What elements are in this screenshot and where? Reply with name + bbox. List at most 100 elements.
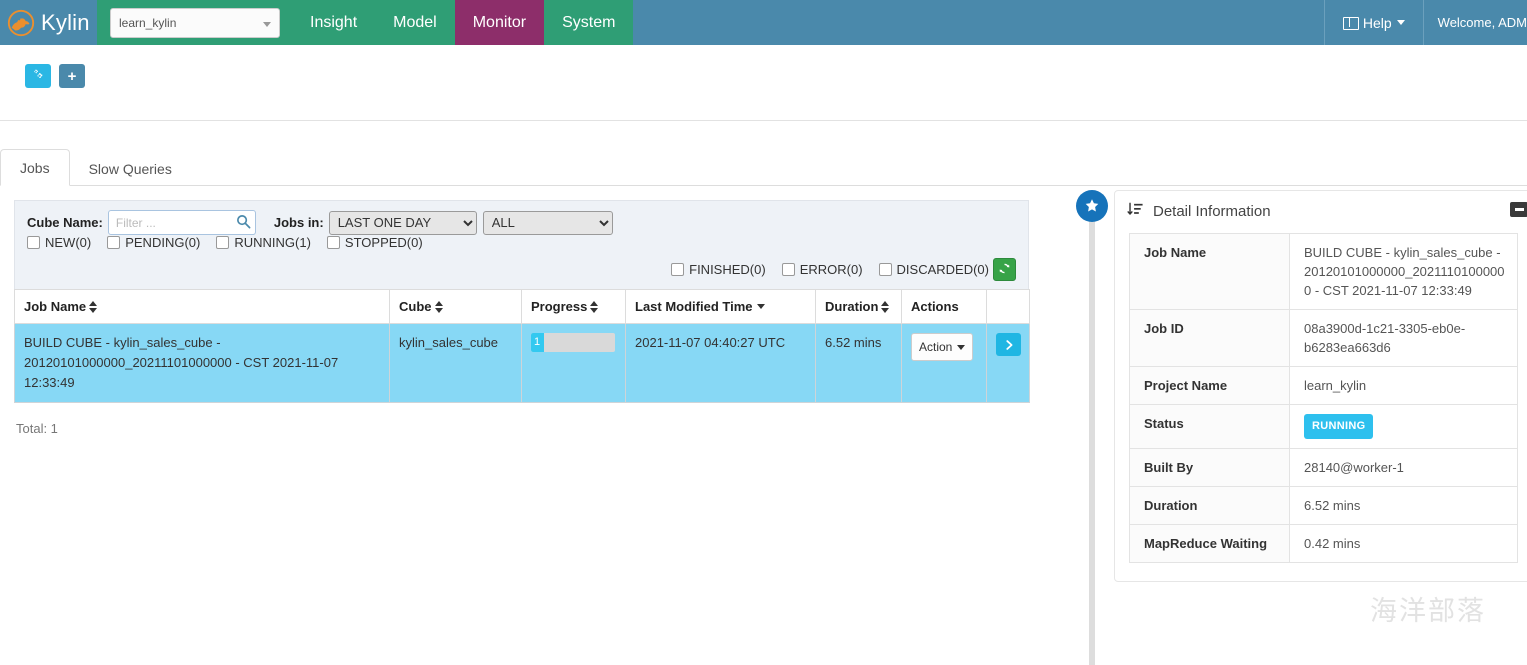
expand-detail-button[interactable]	[996, 333, 1021, 356]
checkbox-box[interactable]	[781, 263, 795, 276]
total-count: Total: 1	[16, 421, 58, 436]
detail-row-project-name: Project Name learn_kylin	[1129, 366, 1518, 405]
help-menu[interactable]: Help	[1323, 0, 1424, 45]
action-label: Action	[919, 340, 953, 354]
chevron-down-icon	[957, 344, 966, 350]
sort-icon[interactable]	[434, 301, 443, 313]
checkbox-running[interactable]: RUNNING(1)	[216, 235, 311, 250]
checkbox-box[interactable]	[107, 236, 121, 249]
tab-slow-queries[interactable]: Slow Queries	[70, 151, 191, 186]
col-header-actions: Actions	[901, 289, 987, 324]
search-icon[interactable]	[236, 214, 251, 229]
detail-key: Duration	[1129, 486, 1290, 525]
checkbox-pending[interactable]: PENDING(0)	[107, 235, 200, 250]
page-tabs: Jobs Slow Queries	[0, 149, 1527, 186]
checkbox-label: DISCARDED(0)	[896, 262, 989, 277]
action-dropdown-button[interactable]: Action	[911, 333, 974, 361]
col-header-job-name[interactable]: Job Name	[14, 289, 390, 324]
sort-icon[interactable]	[590, 301, 599, 313]
chevron-down-icon	[263, 21, 271, 27]
detail-row-built-by: Built By 28140@worker-1	[1129, 448, 1518, 487]
checkbox-box[interactable]	[878, 263, 892, 276]
timeline-star-badge[interactable]	[1076, 190, 1108, 222]
navbar-spacer	[633, 0, 1324, 45]
filter-row-secondary: FINISHED(0) ERROR(0) DISCARDED(0)	[27, 258, 1016, 281]
checkbox-new[interactable]: NEW(0)	[27, 235, 91, 250]
col-header-cube[interactable]: Cube	[389, 289, 522, 324]
table-row[interactable]: BUILD CUBE - kylin_sales_cube - 20120101…	[14, 323, 1030, 403]
main-nav: Insight Model Monitor System	[292, 0, 634, 45]
col-header-duration[interactable]: Duration	[815, 289, 902, 324]
progress-bar-fill: 1	[531, 333, 544, 352]
star-icon	[1085, 199, 1099, 212]
cell-last-modified: 2021-11-07 04:40:27 UTC	[625, 323, 816, 403]
detail-value-mapreduce-waiting: 0.42 mins	[1289, 524, 1518, 563]
detail-key: Built By	[1129, 448, 1290, 487]
nav-item-model[interactable]: Model	[375, 0, 455, 45]
cell-duration: 6.52 mins	[815, 323, 902, 403]
col-label: Cube	[399, 299, 432, 314]
detail-value-job-id: 08a3900d-1c21-3305-eb0e-b6283ea663d6	[1289, 309, 1518, 367]
col-header-last-modified[interactable]: Last Modified Time	[625, 289, 816, 324]
sort-icon[interactable]	[89, 301, 98, 313]
scope-select[interactable]: ALL	[482, 210, 613, 235]
top-navbar: Kylin learn_kylin Insight Model Monitor …	[0, 0, 1527, 45]
checkbox-box[interactable]	[326, 236, 340, 249]
project-selector-wrap: learn_kylin	[97, 0, 292, 45]
detail-key: MapReduce Waiting	[1129, 524, 1290, 563]
nav-item-insight[interactable]: Insight	[292, 0, 376, 45]
welcome-user[interactable]: Welcome, ADM	[1424, 0, 1527, 45]
checkbox-label: FINISHED(0)	[689, 262, 766, 277]
jobs-table-header-row: Job Name Cube Progress Last Modified Tim…	[14, 289, 1030, 324]
tab-jobs[interactable]: Jobs	[0, 149, 70, 186]
col-label: Job Name	[24, 299, 87, 314]
brand-logo-group[interactable]: Kylin	[0, 0, 97, 45]
collapse-panel-button[interactable]	[1510, 202, 1527, 217]
nav-item-monitor[interactable]: Monitor	[454, 0, 545, 45]
detail-wrapper: Detail Information Job Name BUILD CUBE -…	[1060, 186, 1527, 665]
detail-key: Status	[1129, 404, 1290, 449]
detail-title: Detail Information	[1153, 202, 1271, 220]
sort-desc-icon[interactable]	[756, 304, 765, 309]
status-badge: RUNNING	[1304, 414, 1374, 439]
checkbox-finished[interactable]: FINISHED(0)	[671, 262, 766, 277]
time-range-select[interactable]: LAST ONE DAY	[328, 210, 477, 235]
checkbox-box[interactable]	[216, 236, 230, 249]
detail-row-status: Status RUNNING	[1129, 404, 1518, 449]
detail-row-job-id: Job ID 08a3900d-1c21-3305-eb0e-b6283ea66…	[1129, 309, 1518, 367]
checkbox-discarded[interactable]: DISCARDED(0)	[878, 262, 989, 277]
cell-job-name[interactable]: BUILD CUBE - kylin_sales_cube - 20120101…	[14, 323, 390, 403]
refresh-icon	[998, 262, 1011, 278]
search-input[interactable]	[107, 210, 256, 235]
checkbox-box[interactable]	[27, 236, 40, 249]
checkbox-box[interactable]	[671, 263, 685, 276]
detail-column: Detail Information Job Name BUILD CUBE -…	[1060, 186, 1527, 665]
page-body: Cube Name: Jobs in: LAST ONE DAY ALL	[0, 186, 1527, 665]
detail-card-header: Detail Information	[1115, 191, 1527, 233]
refresh-button[interactable]	[993, 258, 1016, 281]
checkbox-stopped[interactable]: STOPPED(0)	[326, 235, 423, 250]
chevron-right-circle-icon	[1005, 339, 1012, 350]
cube-name-search	[107, 210, 256, 235]
cell-expand	[986, 323, 1030, 403]
sort-icon[interactable]	[881, 301, 890, 313]
help-label: Help	[1362, 14, 1392, 31]
gears-icon	[32, 68, 45, 84]
detail-key: Job ID	[1129, 309, 1290, 367]
nav-item-system[interactable]: System	[544, 0, 634, 45]
add-button[interactable]: +	[59, 64, 85, 88]
project-select[interactable]: learn_kylin	[110, 7, 280, 38]
kylin-logo-icon	[6, 8, 36, 38]
status-filters-row1: NEW(0) PENDING(0) RUNNING(1) STOPPED(0)	[27, 235, 423, 250]
checkbox-error[interactable]: ERROR(0)	[781, 262, 863, 277]
jobs-in-label: Jobs in:	[273, 215, 324, 230]
cube-name-label: Cube Name:	[27, 215, 103, 230]
col-label: Progress	[531, 299, 588, 314]
timeline-rail	[1089, 214, 1095, 665]
detail-row-mapreduce-waiting: MapReduce Waiting 0.42 mins	[1129, 524, 1518, 563]
checkbox-label: STOPPED(0)	[344, 235, 423, 250]
detail-value-built-by: 28140@worker-1	[1289, 448, 1518, 487]
settings-button[interactable]	[25, 64, 51, 88]
detail-information-card: Detail Information Job Name BUILD CUBE -…	[1114, 190, 1527, 627]
col-header-progress[interactable]: Progress	[521, 289, 626, 324]
